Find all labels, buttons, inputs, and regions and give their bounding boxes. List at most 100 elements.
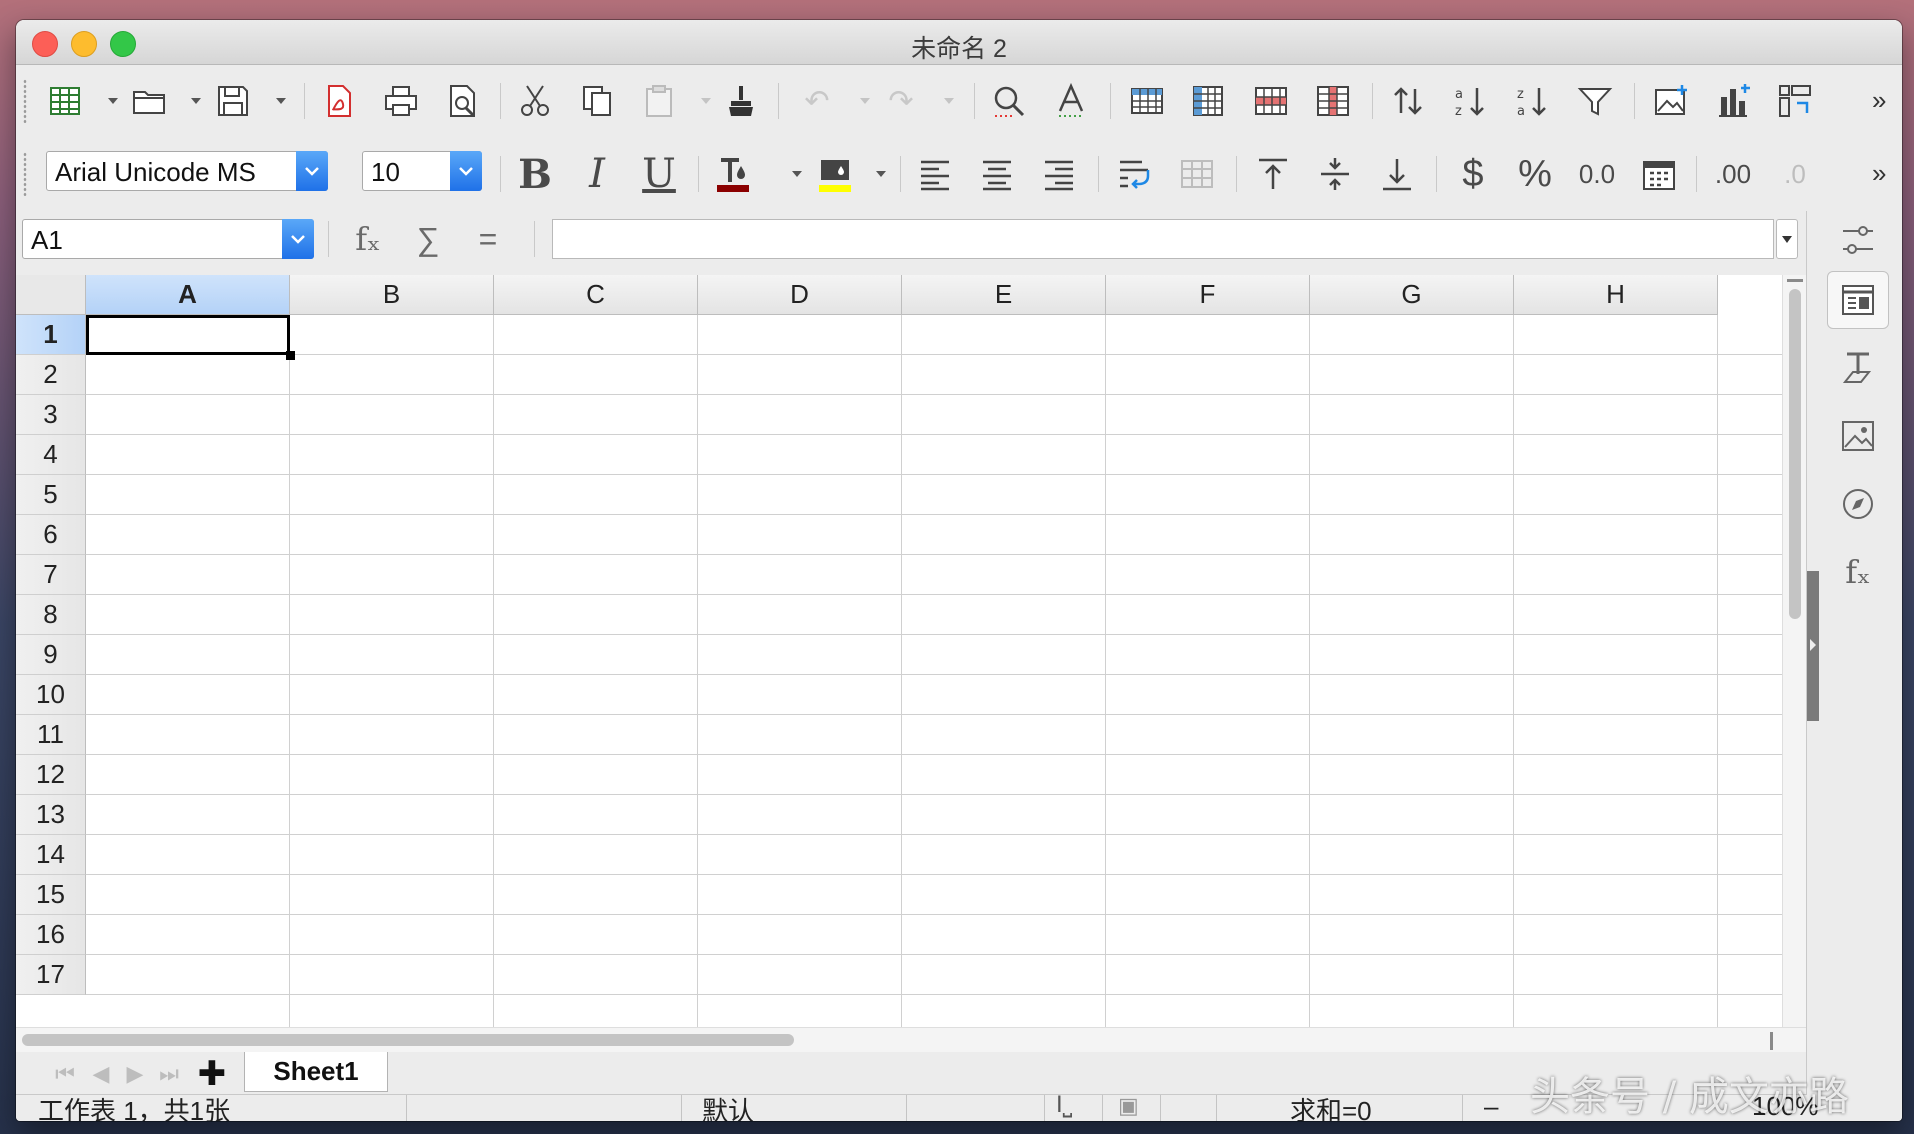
redo-dropdown-arrow[interactable] (944, 98, 954, 104)
underline-icon[interactable]: U (636, 151, 682, 197)
sidebar-navigator-icon[interactable] (1827, 475, 1889, 533)
sidebar-gallery-icon[interactable] (1827, 407, 1889, 465)
spelling-icon[interactable] (1048, 78, 1094, 124)
next-sheet-icon[interactable]: ▶ (120, 1060, 150, 1088)
row-header[interactable]: 14 (16, 835, 86, 875)
delete-decimal-place-icon[interactable]: .0 (1772, 151, 1818, 197)
name-box-dropdown-button[interactable] (282, 219, 314, 259)
sidebar-styles-icon[interactable] (1827, 339, 1889, 397)
add-decimal-place-icon[interactable]: .00 (1710, 151, 1756, 197)
number-format-icon[interactable]: 0.0 (1574, 151, 1620, 197)
cell-area[interactable] (86, 315, 1782, 1027)
save-icon[interactable] (210, 78, 256, 124)
column-header[interactable]: H (1514, 275, 1718, 315)
row-header[interactable]: 3 (16, 395, 86, 435)
center-vertically-icon[interactable] (1312, 151, 1358, 197)
row-header[interactable]: 12 (16, 755, 86, 795)
insert-mode-icon[interactable]: I⎵ (1056, 1091, 1072, 1119)
row-header[interactable]: 1 (16, 315, 86, 355)
column-header[interactable]: A (86, 275, 290, 315)
align-bottom-icon[interactable] (1374, 151, 1420, 197)
font-color-icon[interactable] (710, 151, 756, 197)
fill-handle[interactable] (286, 351, 295, 360)
formula-equals-icon[interactable]: = (466, 219, 510, 259)
row-header[interactable]: 10 (16, 675, 86, 715)
paste-dropdown-arrow[interactable] (701, 98, 711, 104)
undo-dropdown-arrow[interactable] (860, 98, 870, 104)
highlight-color-icon[interactable] (812, 151, 858, 197)
expand-formula-bar-button[interactable] (1776, 219, 1798, 259)
export-pdf-icon[interactable] (316, 78, 362, 124)
row-header[interactable]: 8 (16, 595, 86, 635)
row-header[interactable]: 5 (16, 475, 86, 515)
split-handle[interactable] (1770, 1032, 1773, 1050)
page-style-status[interactable]: 默认 (702, 1091, 754, 1121)
sort-icon[interactable] (1386, 78, 1432, 124)
delete-row-icon[interactable] (1248, 78, 1294, 124)
sheet-tab[interactable]: Sheet1 (244, 1052, 388, 1092)
column-header[interactable]: G (1310, 275, 1514, 315)
function-wizard-icon[interactable]: fₓ (346, 219, 390, 259)
name-box[interactable]: A1 (22, 219, 314, 259)
row-header[interactable]: 2 (16, 355, 86, 395)
row-header[interactable]: 15 (16, 875, 86, 915)
column-header[interactable]: D (698, 275, 902, 315)
new-dropdown-arrow[interactable] (108, 98, 118, 104)
previous-sheet-icon[interactable]: ◀ (86, 1060, 116, 1088)
split-handle[interactable] (1787, 279, 1803, 282)
vertical-scrollbar[interactable] (1782, 275, 1807, 1027)
sidebar-settings-icon[interactable] (1827, 211, 1889, 269)
merge-cells-icon[interactable] (1174, 151, 1220, 197)
pivot-table-icon[interactable] (1772, 78, 1818, 124)
find-replace-icon[interactable] (986, 78, 1032, 124)
sidebar-properties-icon[interactable] (1827, 271, 1889, 329)
percent-format-icon[interactable]: % (1512, 151, 1558, 197)
row-header[interactable]: 6 (16, 515, 86, 555)
row-header[interactable]: 4 (16, 435, 86, 475)
row-header[interactable]: 13 (16, 795, 86, 835)
column-header[interactable]: E (902, 275, 1106, 315)
toolbar-grip[interactable] (23, 152, 27, 196)
font-size-dropdown-button[interactable] (450, 151, 482, 191)
active-cell-cursor[interactable] (86, 315, 290, 355)
currency-format-icon[interactable]: $ (1450, 151, 1496, 197)
toolbar-overflow-chevron-icon[interactable]: » (1872, 85, 1886, 116)
column-header[interactable]: F (1106, 275, 1310, 315)
toolbar-overflow-chevron-icon[interactable]: » (1872, 158, 1886, 189)
open-folder-icon[interactable] (126, 78, 172, 124)
row-header[interactable]: 11 (16, 715, 86, 755)
column-header[interactable]: B (290, 275, 494, 315)
clone-formatting-icon[interactable] (718, 78, 764, 124)
date-format-icon[interactable] (1636, 151, 1682, 197)
new-spreadsheet-icon[interactable] (42, 78, 88, 124)
zoom-out-icon[interactable]: – (1484, 1091, 1498, 1121)
first-sheet-icon[interactable]: ⏮ (50, 1060, 80, 1088)
row-header[interactable]: 16 (16, 915, 86, 955)
add-sheet-icon[interactable]: ✚ (192, 1055, 232, 1093)
wrap-text-icon[interactable] (1112, 151, 1158, 197)
redo-icon[interactable]: ↷ (878, 78, 924, 124)
align-right-icon[interactable] (1036, 151, 1082, 197)
insert-row-icon[interactable] (1124, 78, 1170, 124)
row-header[interactable]: 17 (16, 955, 86, 995)
sidebar-functions-icon[interactable]: fₓ (1827, 543, 1889, 601)
print-preview-icon[interactable] (440, 78, 486, 124)
formula-input[interactable] (552, 219, 1774, 259)
row-header[interactable]: 9 (16, 635, 86, 675)
insert-column-icon[interactable] (1186, 78, 1232, 124)
sidebar-collapse-handle[interactable] (1807, 571, 1819, 721)
sort-ascending-icon[interactable]: az (1448, 78, 1494, 124)
sort-descending-icon[interactable]: za (1510, 78, 1556, 124)
highlight-color-dropdown-arrow[interactable] (876, 171, 886, 177)
insert-image-icon[interactable] (1648, 78, 1694, 124)
font-size-combobox[interactable]: 10 (362, 151, 482, 191)
align-center-icon[interactable] (974, 151, 1020, 197)
save-dropdown-arrow[interactable] (276, 98, 286, 104)
italic-icon[interactable]: I (574, 151, 620, 197)
select-all-corner[interactable] (16, 275, 86, 315)
row-header[interactable]: 7 (16, 555, 86, 595)
align-left-icon[interactable] (912, 151, 958, 197)
print-icon[interactable] (378, 78, 424, 124)
bold-icon[interactable]: B (512, 151, 558, 198)
horizontal-scrollbar[interactable] (16, 1027, 1806, 1052)
